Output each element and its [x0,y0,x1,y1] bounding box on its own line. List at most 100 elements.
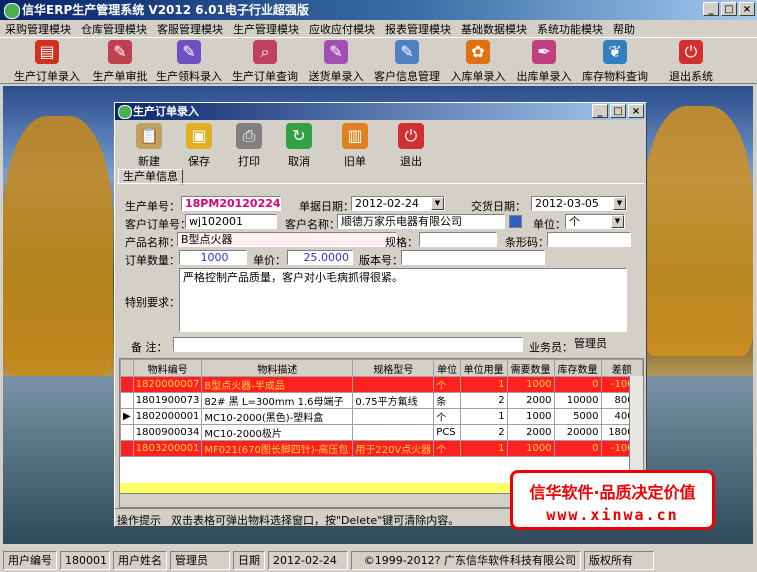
product-field[interactable]: B型点火器 [177,232,397,247]
cell[interactable]: 条 [433,392,461,409]
unit-select[interactable]: 个 ▼ [565,214,625,229]
cust-name-field[interactable]: 顺德万家乐电器有限公司 [337,214,505,229]
cell[interactable]: 1803200001 [132,440,203,457]
vertical-scrollbar[interactable] [629,376,643,480]
toolbar-exit-button[interactable]: ⏻ 退出系统 [666,40,716,83]
cell[interactable]: 20000 [553,424,602,441]
toolbar-delivery-entry-button[interactable]: ✎ 送货单录入 [308,40,364,83]
cell[interactable]: 1000 [506,376,555,393]
child-close-button[interactable]: × [628,104,644,118]
cell[interactable]: 1000 [506,440,555,457]
cell[interactable]: 1820000007 [132,376,203,393]
special-req-textarea[interactable]: 严格控制产品质量，客户对小毛病抓得很紧。 [179,268,627,332]
cell[interactable]: 1 [459,440,508,457]
menu-purchase[interactable]: 采购管理模块 [0,21,76,37]
cell[interactable] [352,376,435,393]
print-button[interactable]: ⎙ 打印 [229,123,269,169]
cell[interactable]: MC10-2000极片 [201,424,354,441]
cell[interactable]: 1802000001 [132,408,203,425]
cell[interactable]: 0 [553,440,602,457]
cell[interactable]: 5000 [553,408,602,425]
col-spec[interactable]: 规格型号 [352,359,435,377]
child-maximize-button[interactable]: □ [610,104,626,118]
cell[interactable]: 0 [553,376,602,393]
cell[interactable]: 2000 [506,424,555,441]
price-field[interactable]: 25.0000 [287,250,353,265]
cell[interactable]: 2 [459,392,508,409]
cell[interactable]: MF021(670图长脚四针)-高压包 [201,440,354,457]
cell[interactable]: 82# 黑 L=300mm 1.6母端子 [201,392,354,409]
col-unit[interactable]: 单位 [433,359,461,377]
cell[interactable]: 10000 [553,392,602,409]
cell[interactable]: 1800900034 [132,424,203,441]
child-minimize-button[interactable]: _ [592,104,608,118]
cell[interactable]: 1 [459,376,508,393]
menu-system[interactable]: 系统功能模块 [532,21,608,37]
cell[interactable]: 2000 [506,392,555,409]
col-required-qty[interactable]: 需要数量 [506,359,555,377]
chevron-down-icon[interactable]: ▼ [431,197,444,210]
menu-help[interactable]: 帮助 [608,21,640,37]
cell[interactable]: 用于220V点火器 [352,440,435,457]
toolbar-inventory-query-button[interactable]: ❦ 库存物料查询 [582,40,648,83]
spec-field[interactable] [419,232,497,247]
toolbar-order-query-button[interactable]: ⌕ 生产订单查询 [232,40,298,83]
menu-warehouse[interactable]: 仓库管理模块 [76,21,152,37]
cell[interactable]: MC10-2000(黑色)-塑料盒 [201,408,354,425]
document-pdf-icon: ▤ [35,40,59,64]
toolbar-order-entry-button[interactable]: ▤ 生产订单录入 [14,40,80,83]
cell[interactable]: B型点火器-半成品 [201,376,354,393]
col-unit-usage[interactable]: 单位用量 [459,359,508,377]
barcode-field[interactable] [547,232,631,247]
menu-service[interactable]: 客服管理模块 [152,21,228,37]
order-no-field[interactable]: 18PM20120224001 [181,196,281,211]
cust-order-field[interactable]: wj102001 [185,214,277,229]
cell[interactable]: 2 [459,424,508,441]
minimize-button[interactable]: _ [703,2,719,16]
cell[interactable]: 个 [433,376,461,393]
col-description[interactable]: 物料描述 [201,359,354,377]
save-button[interactable]: ▣ 保存 [179,123,219,169]
order-no-label: 生产单号： [125,200,180,213]
cell[interactable]: PCS [433,424,461,441]
table-row[interactable]: ▶ 1802000001 MC10-2000(黑色)-塑料盒 个 1 1000 … [120,408,643,425]
cell[interactable] [352,424,435,441]
chevron-down-icon[interactable]: ▼ [613,197,626,210]
cell[interactable]: 1801900073 [132,392,203,409]
col-material-no[interactable]: 物料编号 [132,359,203,377]
menu-basic-data[interactable]: 基础数据模块 [456,21,532,37]
cell[interactable]: 1000 [506,408,555,425]
col-difference[interactable]: 差额 [600,359,643,377]
table-row[interactable]: 1801900073 82# 黑 L=300mm 1.6母端子 0.75平方氟线… [120,392,643,409]
menu-production[interactable]: 生产管理模块 [228,21,304,37]
cell[interactable] [352,408,435,425]
menu-reports[interactable]: 报表管理模块 [380,21,456,37]
remark-field[interactable] [173,337,523,352]
customer-lookup-icon[interactable] [509,215,522,228]
qty-field[interactable]: 1000 [179,250,247,265]
col-stock-qty[interactable]: 库存数量 [553,359,602,377]
chevron-down-icon[interactable]: ▼ [611,215,624,228]
version-field[interactable] [401,250,545,265]
exit-button[interactable]: ⏻ 退出 [391,123,431,169]
toolbar-stock-out-button[interactable]: ✒ 出库单录入 [516,40,572,83]
table-row[interactable]: 1800900034 MC10-2000极片 PCS 2 2000 20000 … [120,424,643,441]
toolbar-pick-entry-button[interactable]: ✎ 生产领料录入 [156,40,222,83]
cancel-button[interactable]: ↻ 取消 [279,123,319,169]
cell[interactable]: 个 [433,408,461,425]
cell[interactable]: 个 [433,440,461,457]
menu-finance[interactable]: 应收应付模块 [304,21,380,37]
cell[interactable]: 0.75平方氟线 [352,392,435,409]
toolbar-stock-in-button[interactable]: ✿ 入库单录入 [450,40,506,83]
toolbar-approve-button[interactable]: ✎ 生产单审批 [90,40,150,83]
table-row[interactable]: 1803200001 MF021(670图长脚四针)-高压包 用于220V点火器… [120,440,643,457]
doc-date-picker[interactable]: 2012-02-24 ▼ [351,196,445,211]
table-row[interactable]: 1820000007 B型点火器-半成品 个 1 1000 0 -1000 [120,376,643,393]
toolbar-customer-button[interactable]: ✎ 客户信息管理 [374,40,440,83]
delivery-date-picker[interactable]: 2012-03-05 ▼ [531,196,627,211]
cell[interactable]: 1 [459,408,508,425]
close-button[interactable]: × [739,2,755,16]
old-order-button[interactable]: ▥ 旧单 [335,123,375,169]
new-button[interactable]: 📋 新建 [129,123,169,169]
maximize-button[interactable]: □ [721,2,737,16]
